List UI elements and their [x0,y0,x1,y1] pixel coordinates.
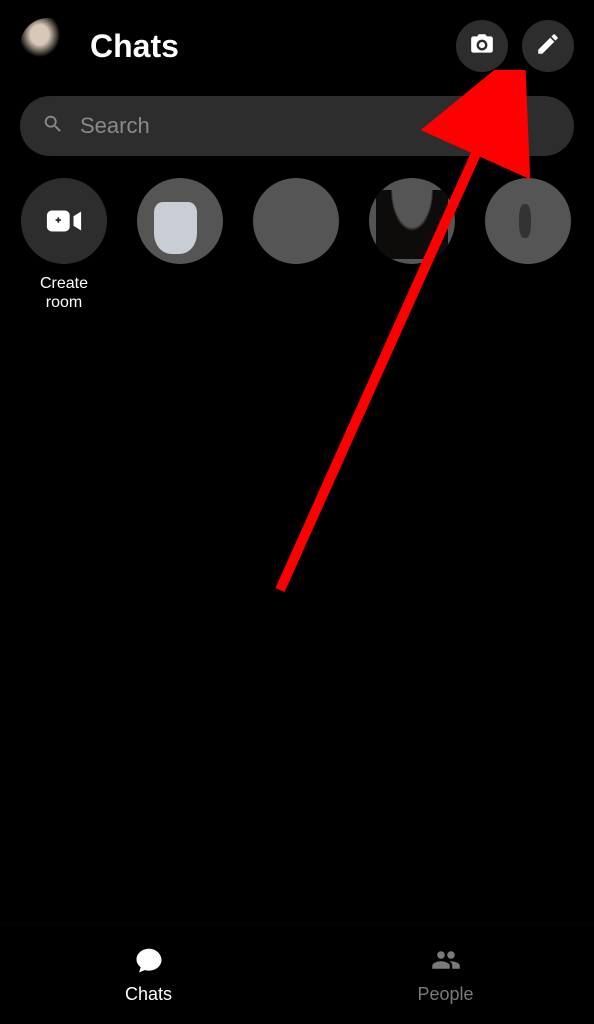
people-icon [428,945,464,980]
tab-people[interactable]: People [297,925,594,1024]
header: Chats [0,0,594,84]
active-contact-4[interactable] [484,178,572,312]
create-room-icon [21,178,107,264]
create-room-label: Create room [20,274,108,312]
profile-avatar[interactable] [20,18,76,74]
search-container [0,84,594,164]
contact-avatar [253,178,339,264]
page-title: Chats [90,28,442,65]
search-bar[interactable] [20,96,574,156]
tab-label: People [417,984,473,1005]
tab-chats[interactable]: Chats [0,925,297,1024]
compose-button[interactable] [522,20,574,72]
create-room-button[interactable]: Create room [20,178,108,312]
bottom-nav: Chats People [0,924,594,1024]
pencil-icon [535,31,561,62]
camera-button[interactable] [456,20,508,72]
contact-avatar [137,178,223,264]
active-row: Create room [0,164,594,326]
contact-avatar [485,178,571,264]
search-input[interactable] [80,113,552,139]
camera-icon [469,31,495,62]
active-contact-2[interactable] [252,178,340,312]
search-icon [42,113,64,140]
contact-avatar [369,178,455,264]
active-contact-1[interactable] [136,178,224,312]
tab-label: Chats [125,984,172,1005]
chat-bubble-icon [131,945,167,980]
active-contact-3[interactable] [368,178,456,312]
